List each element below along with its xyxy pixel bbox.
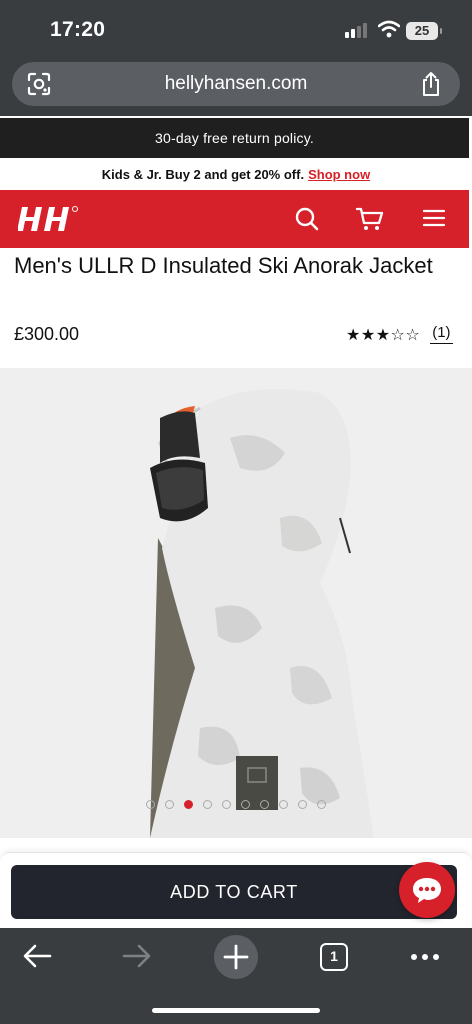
browser-toolbar: 1: [0, 928, 472, 1024]
signal-icon: [345, 22, 371, 38]
product-rating[interactable]: ★★★☆☆ (1): [346, 324, 453, 344]
gallery-dot[interactable]: [260, 800, 269, 809]
status-time: 17:20: [50, 18, 106, 41]
product-title: Men's ULLR D Insulated Ski Anorak Jacket: [14, 253, 433, 278]
new-tab-icon[interactable]: [213, 934, 259, 980]
url-text: hellyhansen.com: [164, 73, 308, 94]
product-image-gallery[interactable]: [0, 368, 472, 838]
share-icon[interactable]: [420, 70, 442, 98]
home-indicator: [152, 1008, 320, 1013]
cart-icon[interactable]: [355, 206, 385, 232]
helly-hansen-logo[interactable]: [18, 205, 80, 233]
chat-button[interactable]: [399, 862, 455, 918]
address-bar[interactable]: hellyhansen.com: [12, 62, 460, 106]
forward-arrow-icon[interactable]: [120, 942, 152, 970]
battery-icon: 25: [406, 22, 442, 40]
chat-icon: [413, 878, 441, 903]
search-icon[interactable]: [294, 206, 320, 232]
more-options-icon[interactable]: [410, 952, 440, 962]
shop-now-link[interactable]: Shop now: [308, 167, 370, 182]
promo-banner: Kids & Jr. Buy 2 and get 20% off. Shop no…: [0, 158, 472, 190]
add-to-cart-button[interactable]: ADD TO CART: [11, 865, 457, 919]
gallery-dot[interactable]: [241, 800, 250, 809]
product-image: [150, 388, 374, 838]
back-arrow-icon[interactable]: [22, 942, 54, 970]
rating-stars: ★★★☆☆: [346, 324, 421, 344]
promo-text: Kids & Jr. Buy 2 and get 20% off.: [101, 167, 305, 182]
gallery-dot-active[interactable]: [184, 800, 193, 809]
gallery-dot[interactable]: [298, 800, 307, 809]
web-page: 30-day free return policy. Kids & Jr. Bu…: [0, 116, 472, 928]
gallery-dot[interactable]: [165, 800, 174, 809]
gallery-dot[interactable]: [222, 800, 231, 809]
tab-switcher-button[interactable]: 1: [320, 943, 348, 971]
return-policy-banner: 30-day free return policy.: [0, 118, 469, 158]
gallery-dot[interactable]: [279, 800, 288, 809]
gallery-pagination: [0, 800, 472, 809]
browser-address-area: hellyhansen.com: [0, 60, 472, 116]
product-price: £300.00: [14, 324, 80, 344]
review-count-link[interactable]: (1): [430, 324, 453, 344]
menu-icon[interactable]: [422, 208, 446, 228]
site-header: [0, 190, 469, 248]
wifi-icon: [378, 20, 400, 38]
gallery-dot[interactable]: [203, 800, 212, 809]
gallery-dot[interactable]: [146, 800, 155, 809]
status-bar: 17:20 25: [0, 0, 472, 60]
gallery-dot[interactable]: [317, 800, 326, 809]
